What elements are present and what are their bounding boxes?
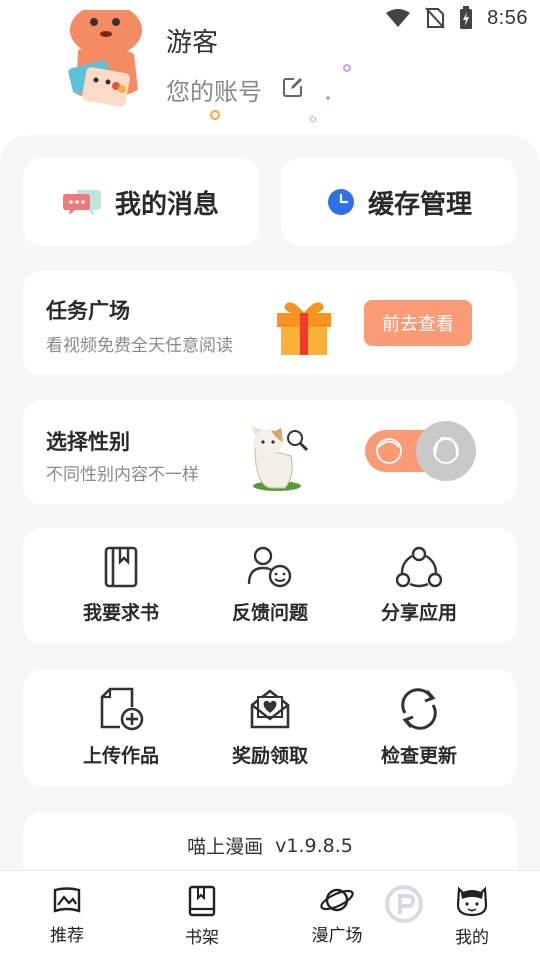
- go-view-button[interactable]: 前去查看: [364, 300, 472, 346]
- cache-management-card[interactable]: 缓存管理: [281, 158, 517, 246]
- request-book-item[interactable]: 我要求书: [46, 546, 196, 625]
- gender-title: 选择性别: [46, 430, 130, 454]
- nav-recommend[interactable]: 推荐: [17, 885, 117, 946]
- gift-icon: [277, 302, 331, 355]
- share-app-item[interactable]: 分享应用: [344, 546, 494, 625]
- task-square-subtitle: 看视频免费全天任意阅读: [46, 336, 233, 356]
- task-square-title: 任务广场: [46, 299, 130, 323]
- bookshelf-icon: [188, 885, 216, 917]
- gender-card: 选择性别 不同性别内容不一样: [23, 400, 517, 504]
- nav-mine-label: 我的: [455, 928, 489, 948]
- reward-icon: [250, 689, 290, 729]
- cat-avatar-icon: [456, 886, 488, 917]
- my-messages-card[interactable]: 我的消息: [23, 158, 259, 246]
- upload-icon: [100, 687, 144, 731]
- book-icon: [104, 546, 138, 588]
- feedback-icon: [247, 546, 292, 588]
- gender-toggle[interactable]: [365, 420, 477, 482]
- username: 游客: [166, 28, 219, 58]
- version-text: 喵上漫画 v1.9.8.5: [23, 832, 517, 859]
- cat-magnifier-icon: [251, 426, 309, 491]
- clock-icon: [327, 189, 354, 215]
- refresh-icon: [401, 688, 437, 730]
- claim-reward-item[interactable]: 奖励领取: [195, 687, 345, 768]
- version-number: v1.9.8.5: [275, 834, 353, 857]
- nav-recommend-label: 推荐: [50, 926, 84, 946]
- cache-management-label: 缓存管理: [367, 189, 472, 220]
- check-update-item[interactable]: 检查更新: [344, 687, 494, 768]
- recommend-icon: [53, 887, 81, 913]
- avatar[interactable]: [64, 10, 148, 114]
- share-icon: [396, 546, 442, 588]
- feedback-item[interactable]: 反馈问题: [195, 546, 345, 625]
- message-icon: [62, 190, 101, 216]
- gender-subtitle: 不同性别内容不一样: [46, 465, 199, 485]
- check-update-label: 检查更新: [380, 745, 457, 767]
- share-app-label: 分享应用: [380, 602, 457, 624]
- decor-dot: [310, 116, 316, 122]
- upload-work-item[interactable]: 上传作品: [46, 687, 196, 768]
- nav-comic-square-label: 漫广场: [311, 926, 363, 946]
- decor-dot: [343, 64, 351, 72]
- my-messages-label: 我的消息: [114, 189, 219, 220]
- feedback-label: 反馈问题: [231, 602, 308, 624]
- planet-icon: [320, 888, 354, 912]
- watermark: [384, 884, 424, 924]
- nav-bookshelf[interactable]: 书架: [152, 885, 252, 948]
- upload-work-label: 上传作品: [82, 745, 159, 767]
- nav-mine[interactable]: 我的: [422, 885, 522, 948]
- edit-icon[interactable]: [282, 76, 304, 98]
- decor-dot: [326, 96, 330, 100]
- decor-dot: [210, 110, 220, 120]
- claim-reward-label: 奖励领取: [231, 745, 308, 767]
- account-label[interactable]: 您的账号: [166, 72, 262, 107]
- task-square-card[interactable]: 任务广场 看视频免费全天任意阅读 前去查看: [23, 271, 517, 375]
- bottom-nav: 推荐 书架 漫广场 我的: [0, 870, 540, 960]
- app-name: 喵上漫画: [187, 836, 264, 858]
- request-book-label: 我要求书: [82, 602, 159, 624]
- nav-bookshelf-label: 书架: [185, 928, 219, 948]
- profile-header: 游客 您的账号: [0, 0, 540, 135]
- watermark-logo-icon: [385, 885, 423, 923]
- nav-comic-square[interactable]: 漫广场: [287, 885, 387, 946]
